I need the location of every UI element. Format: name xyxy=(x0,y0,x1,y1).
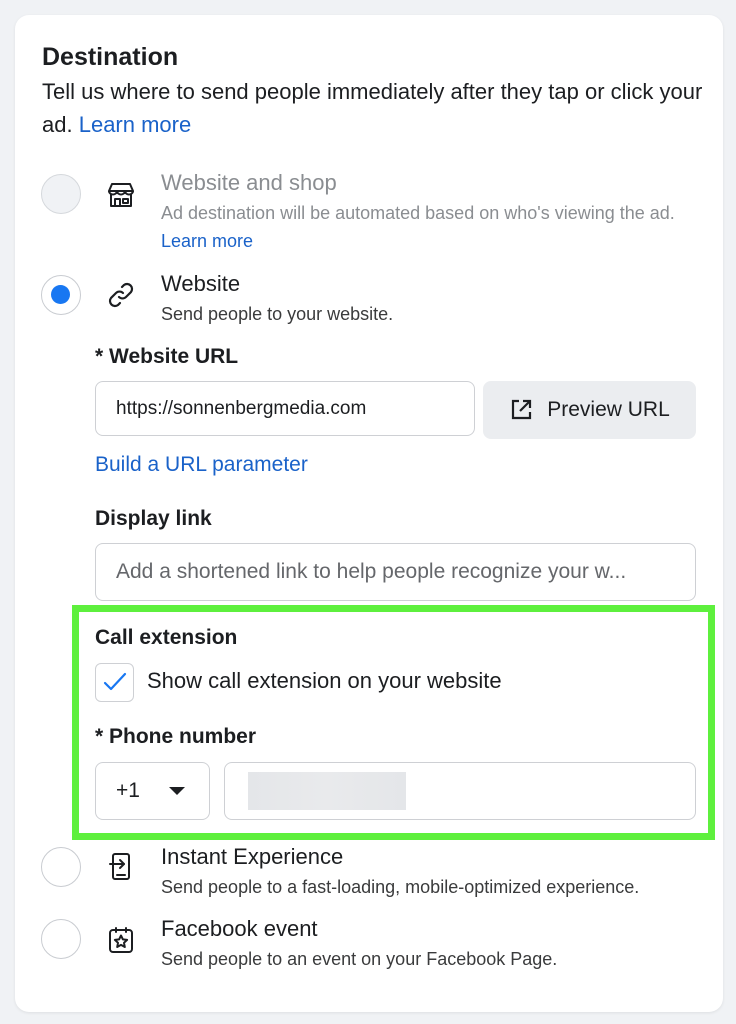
external-link-icon xyxy=(512,399,532,420)
preview-url-label: Preview URL xyxy=(547,398,670,421)
storefront-icon xyxy=(106,180,136,210)
call-extension-checkbox-label: Show call extension on your website xyxy=(147,668,502,693)
display-link-input[interactable]: Add a shortened link to help people reco… xyxy=(95,543,696,601)
call-extension-checkbox[interactable] xyxy=(95,663,134,702)
section-description: Tell us where to send people immediately… xyxy=(42,75,712,141)
country-code-value: +1 xyxy=(116,779,140,802)
radio-website-and-shop[interactable] xyxy=(41,174,81,214)
learn-more-link[interactable]: Learn more xyxy=(79,112,192,137)
checkmark-icon xyxy=(103,672,127,691)
call-extension-label: Call extension xyxy=(95,626,238,649)
radio-instant-experience[interactable] xyxy=(41,847,81,887)
radio-facebook-event[interactable] xyxy=(41,919,81,959)
option-learn-more-link[interactable]: Learn more xyxy=(161,231,253,251)
option-title-instant-experience: Instant Experience xyxy=(161,844,344,869)
country-code-select[interactable]: +1 xyxy=(95,762,210,820)
mobile-icon xyxy=(106,851,136,881)
redacted-phone-value xyxy=(248,772,406,810)
preview-url-button[interactable]: Preview URL xyxy=(483,381,696,439)
website-url-input[interactable]: https://sonnenbergmedia.com xyxy=(95,381,475,436)
option-subtitle-website-and-shop: Ad destination will be automated based o… xyxy=(161,199,706,255)
event-star-icon xyxy=(106,925,136,955)
radio-selected-dot xyxy=(51,285,70,304)
option-subtitle-text: Ad destination will be automated based o… xyxy=(161,203,675,223)
option-subtitle-facebook-event: Send people to an event on your Facebook… xyxy=(161,949,558,969)
option-subtitle-website: Send people to your website. xyxy=(161,304,394,324)
option-title-website-and-shop: Website and shop xyxy=(161,170,337,195)
option-title-facebook-event: Facebook event xyxy=(161,916,318,941)
section-title: Destination xyxy=(42,43,179,71)
caret-down-icon xyxy=(169,787,185,795)
display-link-label: Display link xyxy=(95,507,212,530)
radio-website[interactable] xyxy=(41,275,81,315)
phone-number-label: * Phone number xyxy=(95,725,257,748)
option-subtitle-instant-experience: Send people to a fast-loading, mobile-op… xyxy=(161,877,640,897)
website-url-label: * Website URL xyxy=(95,345,239,368)
link-icon xyxy=(106,280,136,310)
build-url-parameter-link[interactable]: Build a URL parameter xyxy=(95,453,308,477)
option-title-website: Website xyxy=(161,271,241,296)
